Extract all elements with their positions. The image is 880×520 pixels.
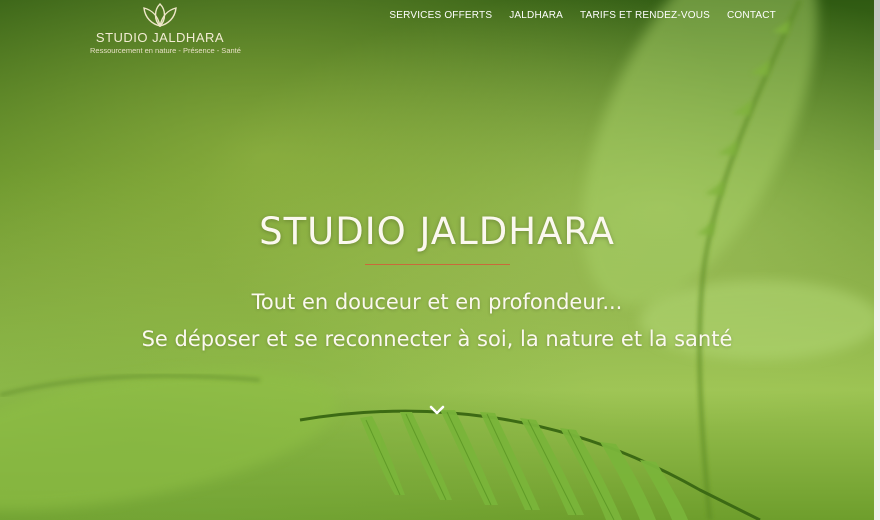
nav-item-services[interactable]: SERVICES OFFERTS: [389, 10, 492, 21]
chevron-down-icon[interactable]: [428, 402, 446, 418]
logo[interactable]: STUDIO JALDHARA Ressourcement en nature …: [90, 0, 241, 55]
scrollbar-thumb[interactable]: [874, 0, 880, 150]
fern-leaves-image: [0, 0, 880, 520]
nav-item-contact[interactable]: CONTACT: [727, 10, 776, 21]
nav-item-jaldhara[interactable]: JALDHARA: [509, 10, 563, 21]
hero-background: [0, 0, 880, 520]
hero-divider: [365, 264, 510, 265]
hero-title: STUDIO JALDHARA: [259, 210, 615, 253]
page-scrollbar[interactable]: [874, 0, 880, 520]
lotus-icon: [143, 3, 177, 27]
logo-tagline: Ressourcement en nature - Présence - San…: [90, 46, 241, 55]
main-nav: SERVICES OFFERTS JALDHARA TARIFS ET REND…: [389, 10, 776, 21]
nav-item-tarifs[interactable]: TARIFS ET RENDEZ-VOUS: [580, 10, 710, 21]
hero-tagline-1: Tout en douceur et en profondeur...: [251, 290, 623, 314]
site-header: STUDIO JALDHARA Ressourcement en nature …: [0, 0, 874, 60]
hero-tagline-2: Se déposer et se reconnecter à soi, la n…: [141, 327, 733, 351]
logo-title: STUDIO JALDHARA: [95, 30, 225, 45]
